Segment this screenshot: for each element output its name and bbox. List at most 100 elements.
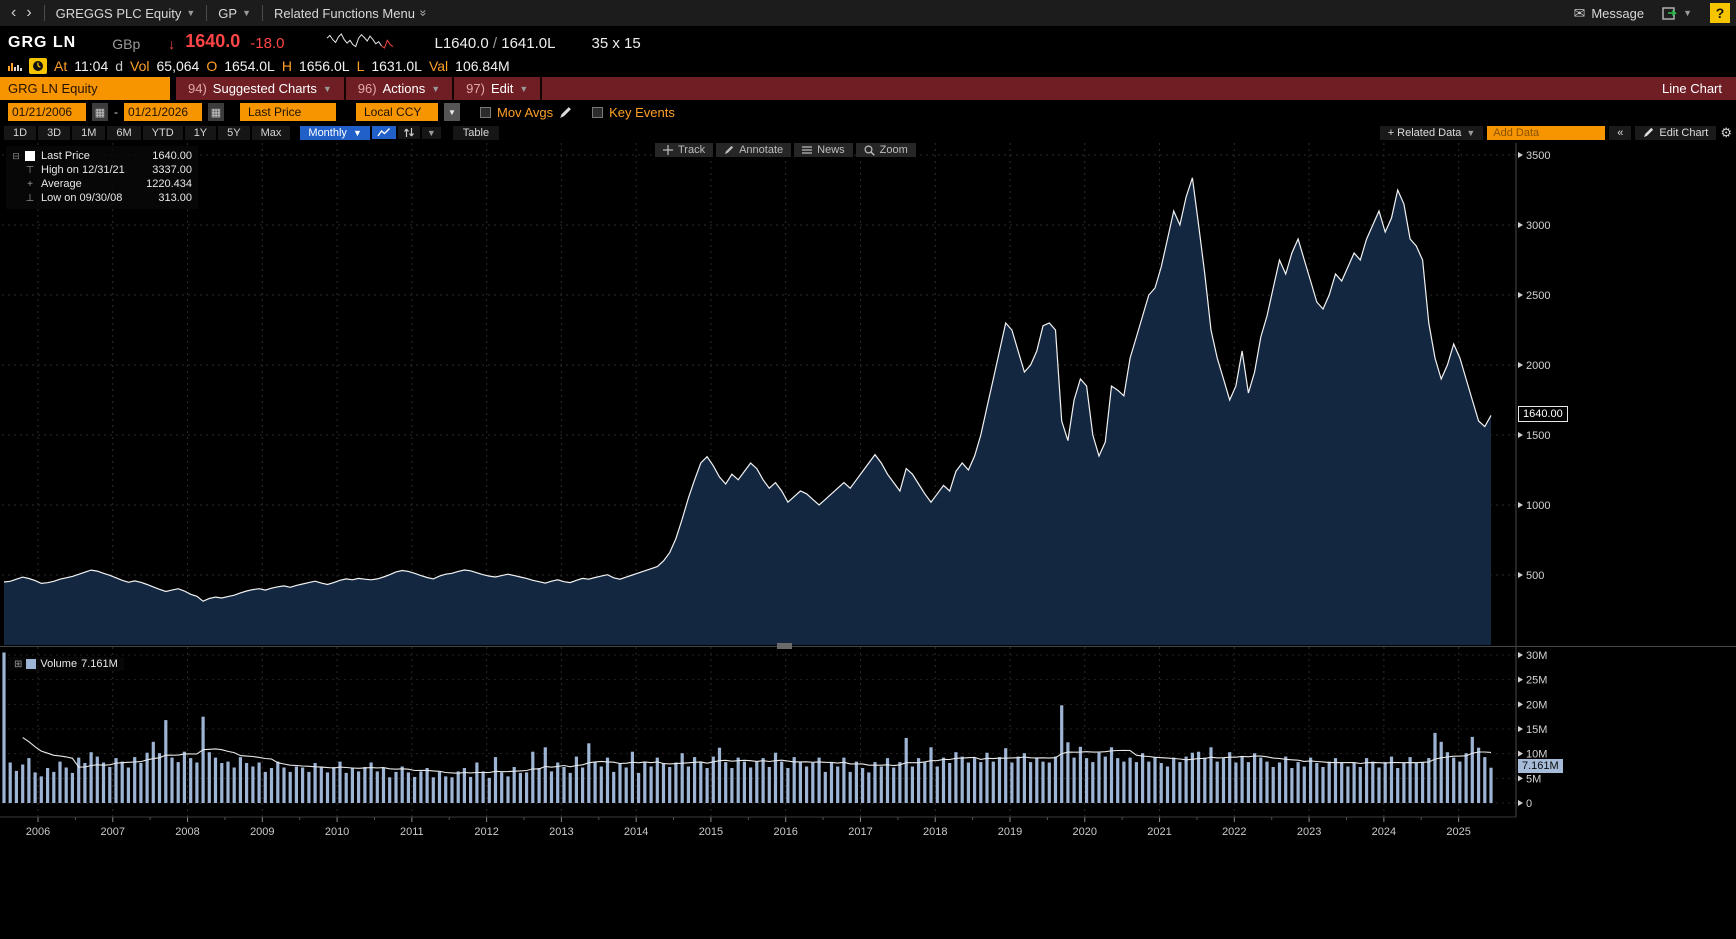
volume-bar [979,762,983,803]
volume-bar [848,771,852,803]
back-icon[interactable]: ‹ [6,4,21,22]
volume-bar [1004,748,1008,803]
mov-avgs-label: Mov Avgs [497,104,554,120]
forward-icon[interactable]: › [21,4,36,22]
line-chart-type-button[interactable] [371,126,396,139]
suggested-charts-menu[interactable]: 94) Suggested Charts ▼ [176,77,346,100]
volume-bar [668,767,672,803]
volume-bar [344,772,348,803]
volume-bar [1097,752,1101,803]
date-to-input[interactable]: 01/21/2026 [124,103,202,121]
period-row: 1D 3D 1M 6M YTD 1Y 5Y Max Monthly ▼ ▼ Ta… [0,124,1736,141]
security-menu[interactable]: GREGGS PLC Equity ▼ [52,6,200,21]
volume-bar [431,777,435,803]
currency-dropdown-button[interactable]: ▼ [444,103,460,121]
volume-bar [1358,767,1362,803]
expand-box-icon[interactable]: ⊞ [14,659,22,670]
range-5y-button[interactable]: 5Y [218,125,250,140]
export-window-button[interactable]: ▼ [1658,6,1696,20]
volume-bar [1396,768,1400,803]
function-code-menu[interactable]: GP ▼ [214,6,255,21]
equity-tab[interactable]: GRG LN Equity [0,77,170,100]
year-label: 2006 [26,826,50,838]
volume-bar [562,767,566,803]
menu-item-label: Actions [382,81,426,96]
volume-axis-label: 30M [1526,650,1547,662]
compare-arrows-button[interactable] [397,126,420,139]
price-change: -18.0 [250,35,285,52]
range-ytd-button[interactable]: YTD [142,125,183,140]
edit-menu[interactable]: 97) Edit ▼ [454,77,543,100]
bid-ask: L1640.0 / 1641.0L [435,35,556,52]
interval-select[interactable]: Monthly ▼ [300,125,370,140]
annotate-button[interactable]: Annotate [716,143,792,157]
calendar-icon[interactable]: ▦ [92,103,108,121]
track-button[interactable]: Track [655,143,714,157]
volume-bar [742,761,746,803]
volume-bar [64,767,68,803]
related-functions-menu[interactable]: Related Functions Menu » [270,6,431,21]
date-range-separator: - [114,105,118,119]
volume-bar [1383,762,1387,803]
chart-type-dropdown[interactable]: ▼ [421,126,441,139]
volume-bar [730,768,734,803]
mov-avgs-checkbox[interactable] [480,106,491,118]
axis-tick-arrow [1518,800,1523,806]
volume-bar [201,716,205,803]
volume-bar [294,766,298,803]
range-1m-button[interactable]: 1M [72,125,106,140]
volume-bar [1078,746,1082,803]
volume-bar [761,758,765,803]
date-from-input[interactable]: 01/21/2006 [8,103,86,121]
chevron-down-icon: ▼ [322,83,332,94]
chart-legend[interactable]: ⊟ Last Price 1640.00 ⊤ High on 12/31/21 … [6,146,198,209]
range-1y-button[interactable]: 1Y [184,125,217,140]
volume-bar [21,764,25,803]
calendar-icon[interactable]: ▦ [208,103,224,121]
price-axis-label: 1000 [1526,500,1550,512]
collapse-box-icon[interactable]: ⊟ [10,151,22,162]
collapse-panel-button[interactable]: « [1609,125,1632,140]
divider [262,5,264,21]
related-data-button[interactable]: + Related Data ▼ [1379,125,1484,140]
volume-bar [95,756,99,803]
volume-bar [873,762,877,803]
range-max-button[interactable]: Max [251,125,291,140]
add-data-input[interactable]: Add Data [1487,125,1606,140]
legend-row-average: + Average 1220.434 [10,177,192,191]
zoom-button[interactable]: Zoom [855,143,916,157]
gear-icon[interactable]: ⚙ [1720,125,1732,141]
range-6m-button[interactable]: 6M [107,125,141,140]
key-events-checkbox[interactable] [592,106,604,118]
price-field-select[interactable]: Last Price [240,103,336,121]
message-label: Message [1591,5,1645,21]
edit-chart-button[interactable]: Edit Chart [1635,125,1717,140]
volume-bar [27,758,31,803]
currency-select[interactable]: Local CCY [356,103,438,121]
quote-time: 11:04 [74,57,109,74]
chevron-down-icon: ▼ [519,83,529,94]
volume-bar [842,757,846,803]
volume-bar [1184,756,1188,803]
volume-legend[interactable]: ⊞ Volume 7.161M [8,657,124,671]
chevron-down-icon: ▼ [186,8,196,18]
volume-bar [157,753,162,803]
help-button[interactable]: ? [1710,3,1730,23]
year-label: 2013 [549,826,573,838]
volume-bar [1116,758,1120,803]
legend-row-last-price[interactable]: ⊟ Last Price 1640.00 [10,149,192,163]
ask-price: 1641.0L [501,35,556,52]
actions-menu[interactable]: 96) Actions ▼ [346,77,455,100]
range-3d-button[interactable]: 3D [38,125,71,140]
table-button[interactable]: Table [452,125,500,140]
volume-bar [1290,768,1294,803]
range-1d-button[interactable]: 1D [4,125,37,140]
news-button[interactable]: News [794,143,853,157]
double-chevron-down-icon: » [416,9,431,17]
price-volume-chart[interactable]: 2006 2007 2008 2009 2010 2011 2012 2013 2014 2015… [0,141,1736,845]
volume-bar [1365,758,1369,803]
pencil-icon[interactable] [559,106,572,119]
axis-tick-arrow [1518,292,1523,298]
message-button[interactable]: ✉ Message [1574,5,1644,22]
edit-chart-label: Edit Chart [1659,126,1709,139]
